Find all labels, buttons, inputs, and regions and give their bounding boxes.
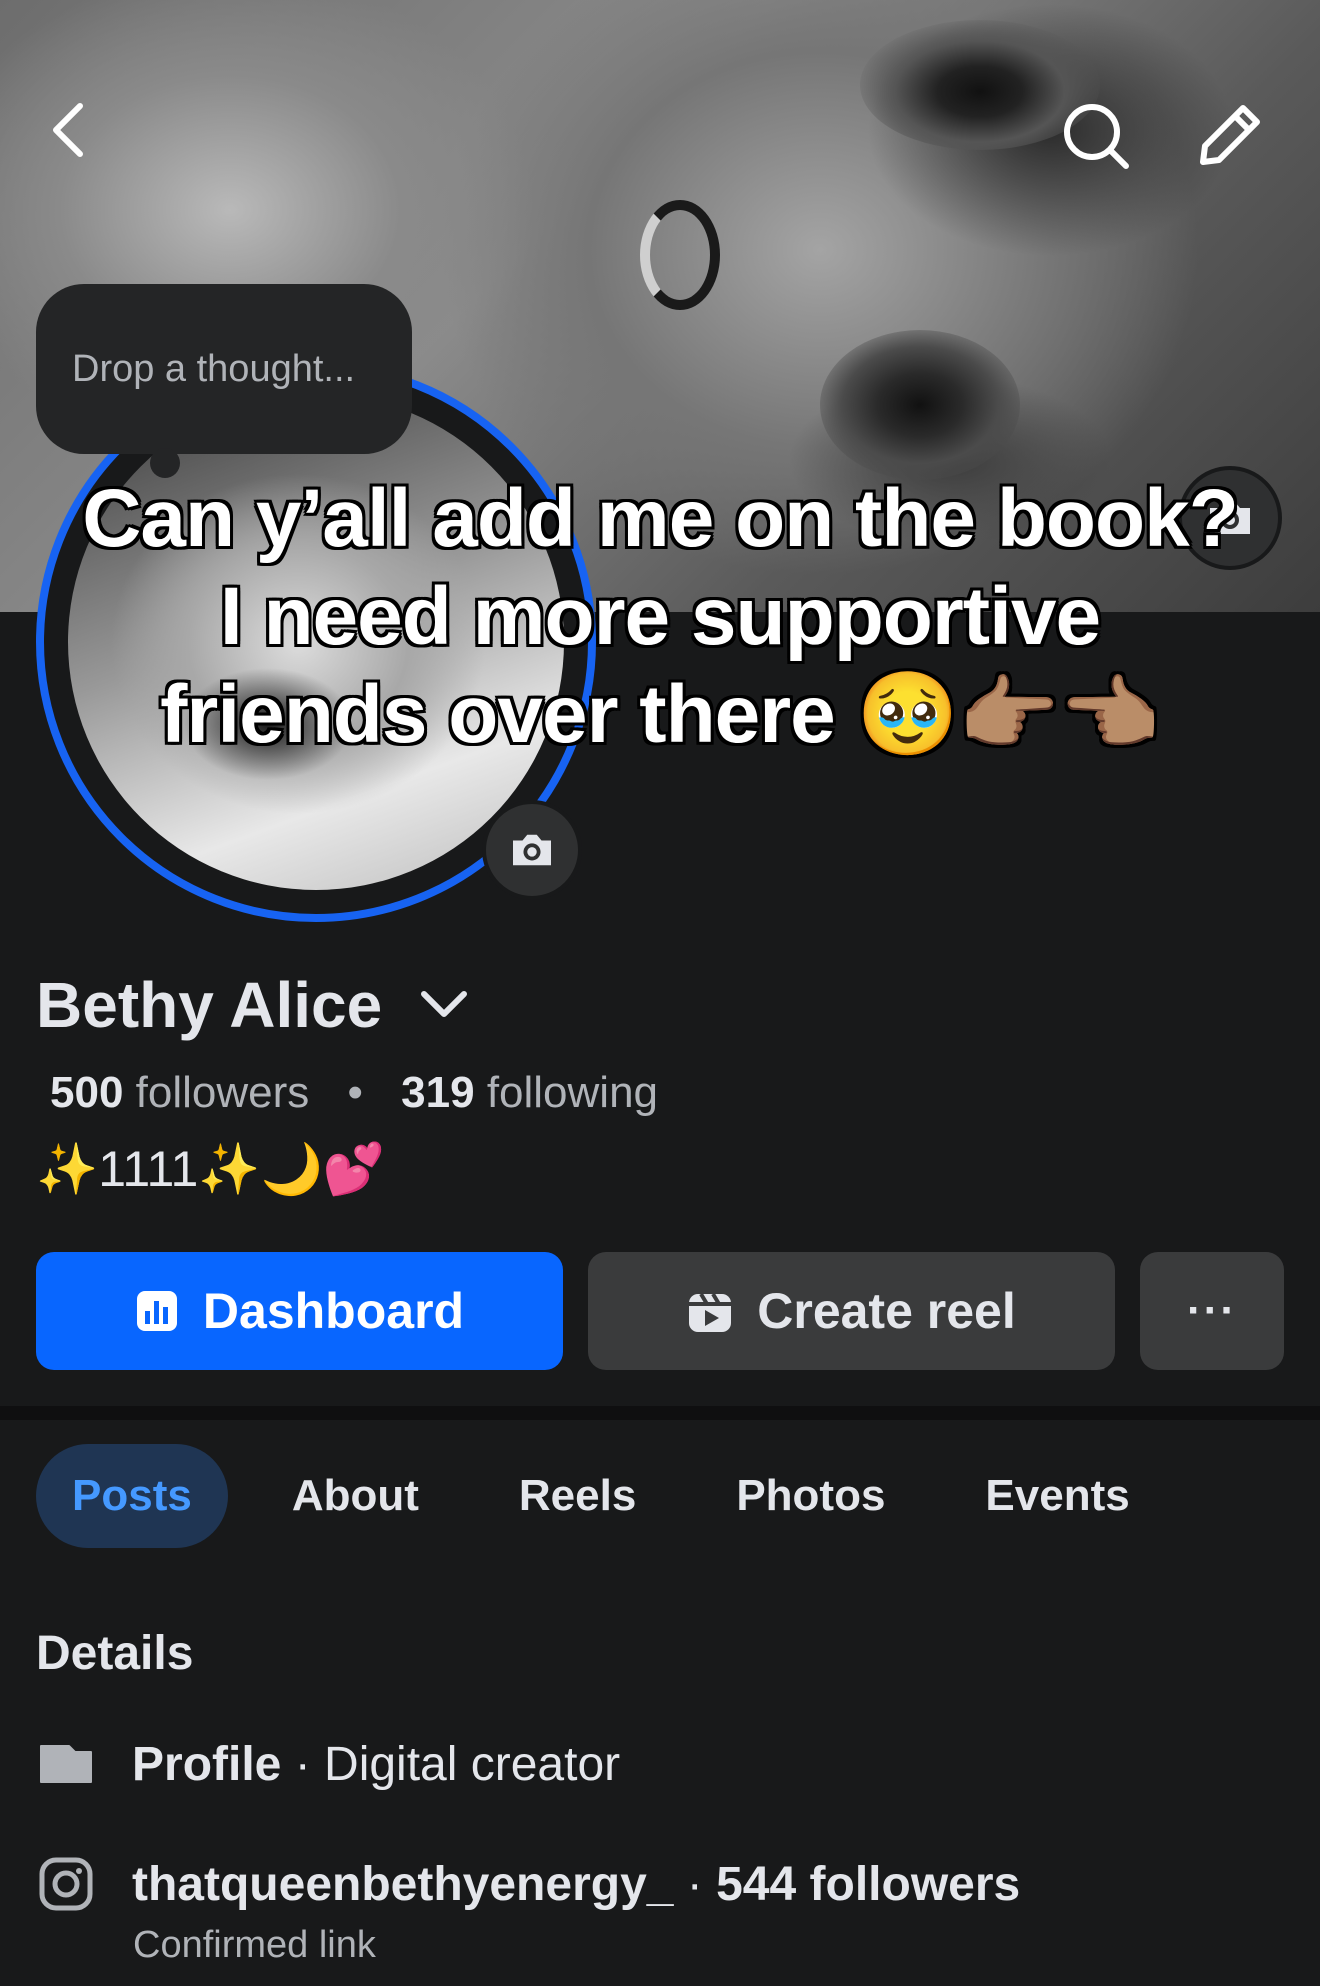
search-icon[interactable] (1060, 100, 1132, 172)
tab-reels[interactable]: Reels (483, 1444, 672, 1548)
overlay-caption: Can y’all add me on the book? I need mor… (60, 470, 1260, 764)
dashboard-label: Dashboard (202, 1283, 465, 1339)
instagram-icon (36, 1854, 96, 1914)
detail-row-instagram[interactable]: thatqueenbethyenergy_ · 544 followers (36, 1854, 1020, 1914)
create-reel-label: Create reel (757, 1283, 1016, 1339)
caption-line: Can y’all add me on the book? (82, 473, 1239, 564)
cover-photo-detail (640, 200, 720, 310)
create-reel-button[interactable]: Create reel (588, 1252, 1115, 1370)
caption-line: friends over there 🥹👉🏽👈🏽 (160, 669, 1161, 760)
tab-about[interactable]: About (256, 1444, 455, 1548)
following-label: following (486, 1068, 659, 1117)
profile-tabs: Posts About Reels Photos Events (36, 1444, 1166, 1548)
profile-card-icon (36, 1734, 96, 1794)
camera-icon (513, 834, 551, 866)
more-options-button[interactable]: ··· (1140, 1252, 1284, 1370)
chevron-down-icon[interactable] (420, 990, 468, 1020)
following-count: 319 (401, 1068, 475, 1117)
profile-bio: ✨1111✨🌙💕 (36, 1141, 386, 1197)
reel-icon (689, 1292, 732, 1332)
dashboard-icon (136, 1291, 177, 1331)
avatar-camera-button[interactable] (482, 800, 582, 900)
instagram-handle[interactable]: thatqueenbethyenergy_ (132, 1857, 673, 1912)
detail-profile-label: Profile (132, 1737, 282, 1791)
detail-separator: · (281, 1737, 325, 1791)
stats-separator: • (347, 1068, 363, 1117)
more-icon: ··· (1187, 1286, 1237, 1335)
back-icon[interactable] (48, 100, 88, 160)
thought-bubble[interactable]: Drop a thought... (36, 284, 412, 454)
instagram-followers: 544 followers (716, 1857, 1021, 1911)
dashboard-button[interactable]: Dashboard (36, 1252, 563, 1370)
tab-photos[interactable]: Photos (700, 1444, 921, 1548)
edit-icon[interactable] (1195, 100, 1265, 170)
following-link[interactable]: 319 following (401, 1068, 658, 1117)
followers-link[interactable]: 500 followers (50, 1068, 309, 1117)
detail-profile-value: Digital creator (324, 1737, 621, 1791)
tab-events[interactable]: Events (949, 1444, 1165, 1548)
instagram-confirmed-label: Confirmed link (133, 1924, 376, 1966)
profile-name: Bethy Alice (36, 969, 383, 1041)
thought-placeholder: Drop a thought... (72, 347, 356, 390)
profile-name-row[interactable]: Bethy Alice (36, 968, 468, 1042)
details-heading: Details (36, 1627, 194, 1680)
follow-stats: 500 followers • 319 following (50, 1068, 658, 1118)
tab-posts[interactable]: Posts (36, 1444, 228, 1548)
detail-separator: · (673, 1857, 717, 1911)
cover-photo-detail (820, 330, 1020, 480)
section-divider (0, 1406, 1320, 1420)
followers-label: followers (135, 1068, 310, 1117)
followers-count: 500 (50, 1068, 124, 1117)
caption-line: I need more supportive (219, 571, 1101, 662)
detail-row-profile: Profile · Digital creator (36, 1734, 620, 1794)
